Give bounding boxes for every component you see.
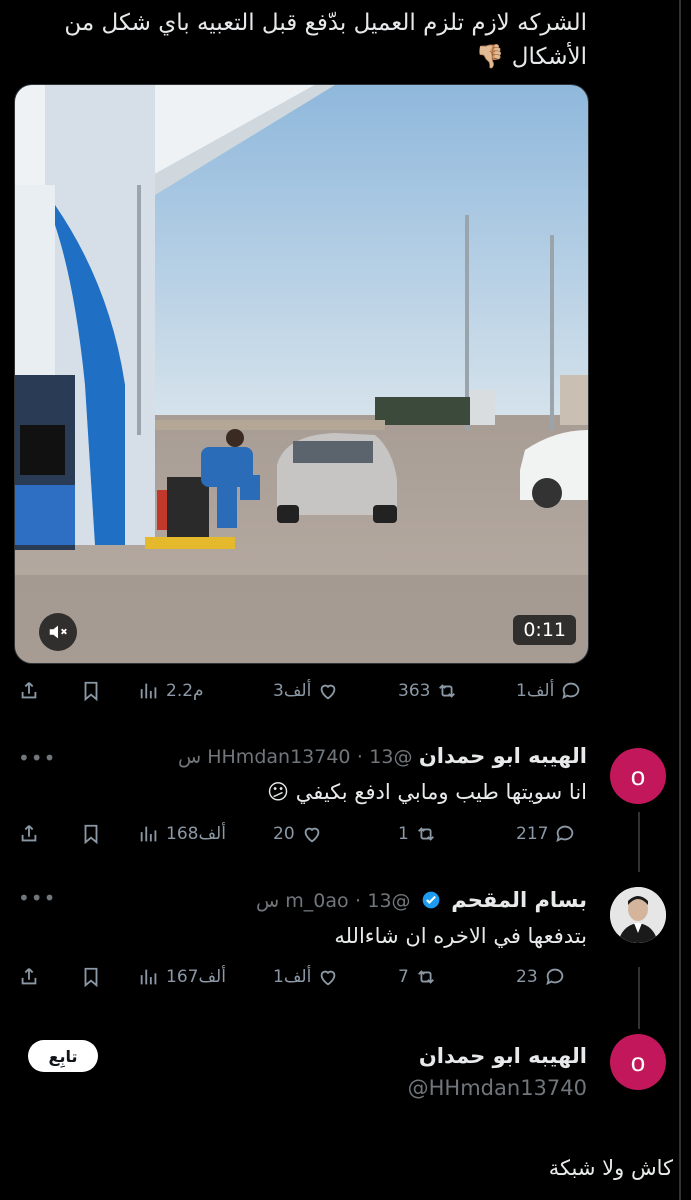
likes-count: 3ألف [273,681,312,701]
reply-actions: 167ألف 1ألف 7 23 [18,960,588,994]
more-options-icon[interactable]: ••• [18,746,56,770]
retweets-count: 1 [398,824,409,844]
profile-name[interactable]: الهيبه ابو حمدان [419,1044,587,1068]
author-name[interactable]: بسام المقحم [451,888,587,912]
profile-photo [610,887,666,943]
like-button[interactable]: 1ألف [273,960,339,994]
likes-count: 1ألف [273,967,312,987]
bookmark-button[interactable] [80,817,102,851]
author-handle[interactable]: @m_0ao [285,890,410,912]
views-button[interactable]: 168ألف [138,817,226,851]
bookmark-icon [84,967,98,988]
bookmark-icon [84,681,98,702]
reply-actions: 168ألف 20 1 217 [18,817,588,851]
profile-bio: كاش ولا شبكة [548,1156,673,1180]
replies-count: 1ألف [516,681,555,701]
retweet-button[interactable]: 1 [398,817,437,851]
tweet-text: الشركه لازم تلزم العميل بدّفع قبل التعبي… [64,10,587,70]
reply-text: بتدفعها في الاخره ان شاءالله [334,924,587,948]
share-button[interactable] [18,960,40,994]
heart-icon [304,827,319,843]
reply-icon [562,682,580,700]
bookmark-button[interactable] [80,960,102,994]
chart-icon [140,826,157,842]
retweet-icon [417,970,434,984]
views-count: 167ألف [166,967,226,987]
tweet-actions: 2.2م 3ألف 363 1ألف [18,674,588,708]
avatar[interactable] [610,887,666,943]
profile-avatar[interactable]: o [610,1034,666,1090]
share-button[interactable] [18,817,40,851]
replies-count: 23 [516,967,538,987]
tweet-video[interactable]: 0:11 [14,84,589,664]
author-name[interactable]: الهيبه ابو حمدان [419,744,587,768]
like-button[interactable]: 3ألف [273,674,339,708]
speaker-muted-icon [49,625,67,639]
replies-count: 217 [516,824,549,844]
verified-badge-icon [422,891,440,909]
retweet-icon [439,684,456,698]
views-button[interactable]: 2.2م [138,674,204,708]
dot-separator: · [356,746,363,768]
bookmark-button[interactable] [80,674,102,708]
share-button[interactable] [18,674,40,708]
mute-button[interactable] [39,613,77,651]
thread-connector [638,812,640,872]
views-count: 2.2م [166,681,204,701]
retweets-count: 7 [398,967,409,987]
dot-separator: · [354,890,361,912]
views-count: 168ألف [166,824,226,844]
reply-header: الهيبه ابو حمدان @HHmdan13740 · 13 س [117,744,587,768]
heart-icon [321,970,336,986]
follow-button[interactable]: تابِع [28,1040,98,1072]
heart-icon [321,684,336,700]
share-icon [21,968,37,985]
retweet-icon [417,827,434,841]
share-icon [21,682,37,699]
profile-handle[interactable]: @HHmdan13740 [408,1076,587,1100]
chart-icon [140,969,157,985]
like-button[interactable]: 20 [273,817,323,851]
more-options-icon[interactable]: ••• [18,886,56,910]
reply-header: بسام المقحم @m_0ao · 13 س [117,888,587,912]
reply-button[interactable]: 217 [516,817,576,851]
reply-text: انا سويتها طيب ومابي ادفع بكيفي 😕 [267,780,587,804]
retweet-button[interactable]: 7 [398,960,437,994]
thread-connector [638,967,640,1029]
reply-button[interactable]: 23 [516,960,566,994]
reply-button[interactable]: 1ألف [516,674,582,708]
timeline-divider [679,0,681,1200]
bookmark-icon [84,824,98,845]
views-button[interactable]: 167ألف [138,960,226,994]
chart-icon [140,683,157,699]
likes-count: 20 [273,824,295,844]
avatar[interactable]: o [610,748,666,804]
reply-icon [556,825,574,843]
video-frame [15,85,588,663]
share-icon [21,825,37,842]
video-duration: 0:11 [513,615,576,645]
reply-icon [545,968,563,986]
retweet-button[interactable]: 363 [398,674,458,708]
retweets-count: 363 [398,681,431,701]
